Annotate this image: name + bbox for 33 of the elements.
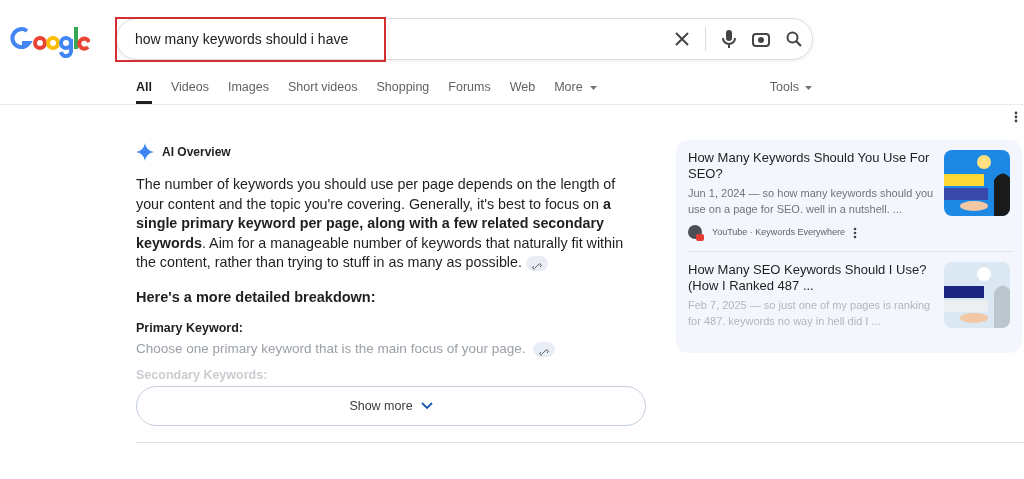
search-tab[interactable]: More xyxy=(554,80,598,104)
chevron-icon xyxy=(420,402,433,411)
link-icon[interactable] xyxy=(533,342,556,358)
search-tab[interactable]: Web xyxy=(509,80,536,104)
more-options-icon[interactable] xyxy=(1014,111,1018,123)
result-snippet: Jun 1, 2024 — so how many keywords should you use on a page for SEO. well in a nutshell. ... xyxy=(688,186,934,217)
show-more-button[interactable]: Show more xyxy=(136,386,646,427)
section-title: AI Overview xyxy=(162,144,231,161)
source-label: YouTube · Keywords Everywhere xyxy=(712,226,845,240)
search-tab[interactable]: Videos xyxy=(171,80,209,104)
point-title: Primary Keyword: xyxy=(136,319,244,337)
link-icon[interactable] xyxy=(525,256,548,272)
search-query: how many keywords should i have xyxy=(117,18,385,60)
tools-button[interactable]: Tools xyxy=(769,80,812,104)
caret-icon xyxy=(805,85,812,90)
summary-paragraph: The number of keywords you should use per page depends on the length of your content and the topic you're covering. Generally, it's best to focus on a single primary keyword per page, along with a few related secondary keywords. Aim for a manageable number of keywords that naturally fit within the content, rather than trying to stuff in as many as possible. xyxy=(136,175,625,273)
search-icon[interactable] xyxy=(786,31,802,47)
microphone-icon[interactable] xyxy=(722,30,736,48)
subheading: Here's a more detailed breakdown: xyxy=(136,287,377,307)
search-tab[interactable]: All xyxy=(136,80,152,104)
search-tab[interactable]: Shopping xyxy=(376,80,430,104)
search-tab[interactable]: Short videos xyxy=(288,80,358,104)
camera-icon[interactable] xyxy=(752,31,770,47)
more-options-icon[interactable] xyxy=(852,227,857,239)
search-tab[interactable]: Images xyxy=(228,80,269,104)
caret-icon xyxy=(590,85,598,90)
sparkle-icon xyxy=(136,143,154,161)
clear-icon[interactable] xyxy=(675,32,689,46)
search-tab[interactable]: Forums xyxy=(448,80,491,104)
result-title[interactable]: How Many SEO Keywords Should I Use? (How I Ranked 487 ... xyxy=(688,262,934,294)
result-title[interactable]: How Many Keywords Should You Use For SEO? xyxy=(688,150,934,182)
channel-avatar-icon xyxy=(688,225,704,241)
point-text: Choose one primary keyword that is the main focus of your page. xyxy=(136,340,526,359)
